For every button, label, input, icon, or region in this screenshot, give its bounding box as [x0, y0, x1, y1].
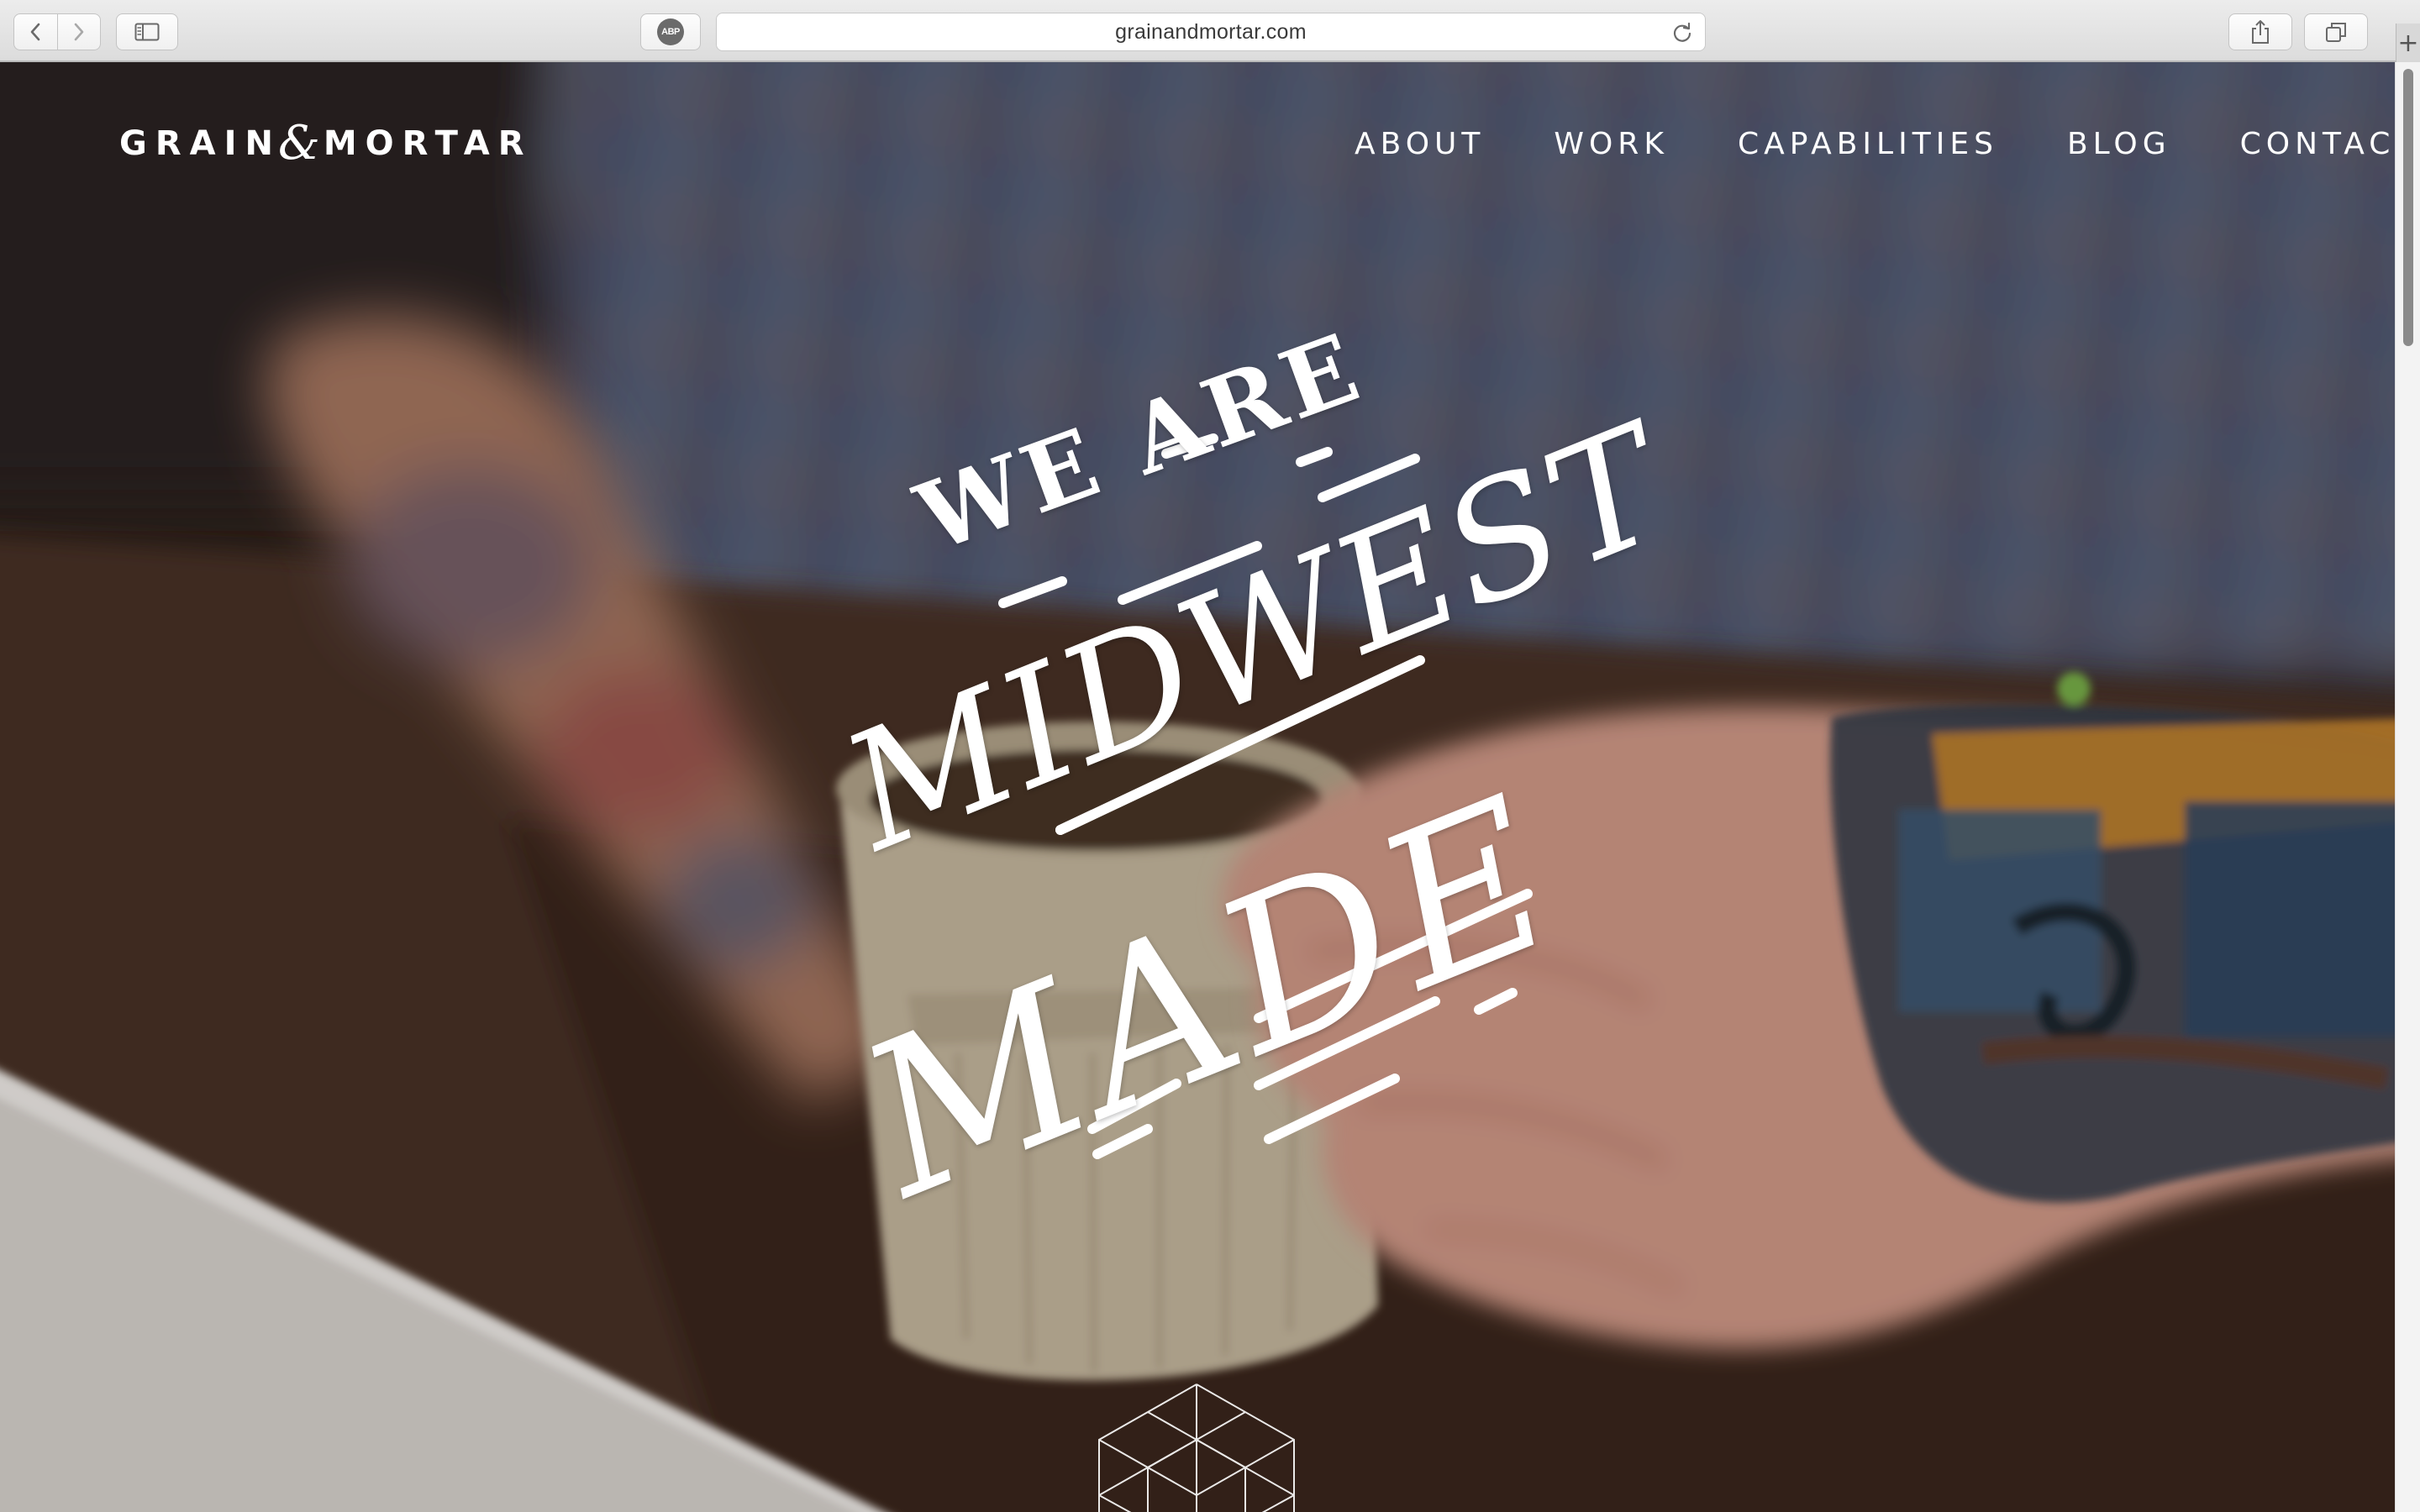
sidebar-button[interactable] — [116, 13, 178, 50]
page-scrollbar[interactable] — [2395, 62, 2420, 1512]
scroll-down-cube-icon[interactable] — [1089, 1381, 1304, 1512]
nav-blog[interactable]: BLOG — [2067, 127, 2171, 161]
browser-toolbar: ABP grainandmortar.com + — [0, 0, 2420, 62]
back-button[interactable] — [14, 14, 57, 50]
tabs-overview-button[interactable] — [2304, 13, 2368, 50]
hero-photo — [0, 62, 2395, 1512]
scrollbar-thumb[interactable] — [2403, 69, 2413, 346]
adblock-button[interactable]: ABP — [640, 13, 701, 50]
adblock-icon: ABP — [657, 18, 684, 45]
nav-contact[interactable]: CONTACT — [2240, 127, 2395, 161]
browser-window: ABP grainandmortar.com + GRAIN & MORTAR … — [0, 0, 2420, 1512]
logo-word-mortar: MORTAR — [323, 124, 533, 163]
site-nav: ABOUT WORK CAPABILITIES BLOG CONTACT — [1355, 123, 2395, 165]
sidebar-icon — [134, 23, 160, 41]
logo-word-grain: GRAIN — [119, 124, 281, 163]
page-viewport: GRAIN & MORTAR ABOUT WORK CAPABILITIES B… — [0, 62, 2395, 1512]
hero-background — [0, 62, 2395, 1512]
logo-ampersand: & — [277, 116, 320, 171]
chevron-right-icon — [74, 23, 84, 41]
nav-about[interactable]: ABOUT — [1355, 127, 1485, 161]
new-tab-button[interactable]: + — [2396, 24, 2420, 62]
share-icon — [2252, 20, 2269, 44]
share-button[interactable] — [2228, 13, 2292, 50]
nav-work[interactable]: WORK — [1554, 127, 1669, 161]
reload-icon[interactable] — [1671, 22, 1693, 44]
chevron-left-icon — [30, 23, 40, 41]
history-nav-group — [13, 13, 101, 50]
tabs-overview-icon — [2326, 23, 2346, 42]
forward-button[interactable] — [56, 14, 101, 50]
address-bar[interactable]: grainandmortar.com — [716, 13, 1706, 51]
url-text: grainandmortar.com — [1115, 19, 1307, 44]
site-logo[interactable]: GRAIN & MORTAR — [119, 116, 533, 171]
nav-capabilities[interactable]: CAPABILITIES — [1738, 127, 1998, 161]
